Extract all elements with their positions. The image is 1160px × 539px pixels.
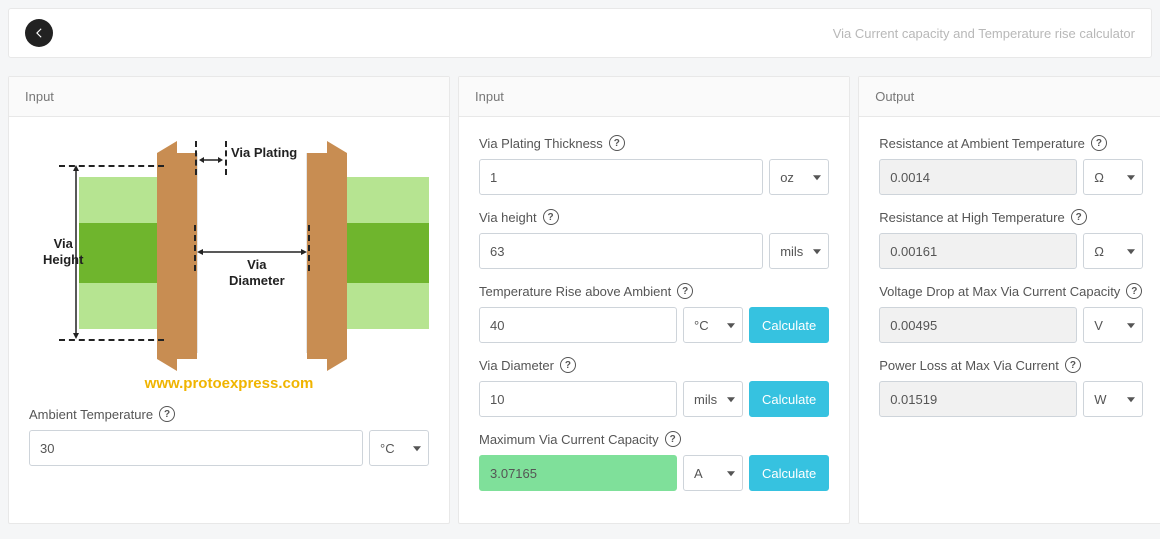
calculate-button-rise[interactable]: Calculate <box>749 307 829 343</box>
brand-url: www.protoexpress.com <box>29 375 429 392</box>
temp-rise-input[interactable] <box>479 307 677 343</box>
panel-input-left: Input Via Plating ViaHeight <box>8 76 450 524</box>
temp-rise-unit[interactable]: °C <box>683 307 743 343</box>
power-loss-output <box>879 381 1077 417</box>
panel-input-mid: Input Via Plating Thickness ? oz Via hei… <box>458 76 850 524</box>
ambient-temp-input[interactable] <box>29 430 363 466</box>
help-icon[interactable]: ? <box>1065 357 1081 373</box>
resistance-high-output <box>879 233 1077 269</box>
help-icon[interactable]: ? <box>665 431 681 447</box>
page-title: Via Current capacity and Temperature ris… <box>833 26 1135 41</box>
via-diameter-input[interactable] <box>479 381 677 417</box>
diagram-plating-label: Via Plating <box>231 145 297 160</box>
panel-head-left: Input <box>9 77 449 117</box>
help-icon[interactable]: ? <box>159 406 175 422</box>
calculate-button-max[interactable]: Calculate <box>749 455 829 491</box>
plating-thickness-unit[interactable]: oz <box>769 159 829 195</box>
via-height-unit[interactable]: mils <box>769 233 829 269</box>
via-diameter-unit[interactable]: mils <box>683 381 743 417</box>
help-icon[interactable]: ? <box>609 135 625 151</box>
ambient-temp-label: Ambient Temperature <box>29 407 153 422</box>
header: Via Current capacity and Temperature ris… <box>8 8 1152 58</box>
arrow-left-icon <box>32 26 46 40</box>
temp-rise-label: Temperature Rise above Ambient <box>479 284 671 299</box>
diagram-height-label: ViaHeight <box>43 236 83 267</box>
help-icon[interactable]: ? <box>1126 283 1142 299</box>
power-loss-label: Power Loss at Max Via Current <box>879 358 1059 373</box>
resistance-ambient-unit[interactable]: Ω <box>1083 159 1143 195</box>
resistance-high-label: Resistance at High Temperature <box>879 210 1064 225</box>
power-loss-unit[interactable]: W <box>1083 381 1143 417</box>
back-button[interactable] <box>25 19 53 47</box>
resistance-ambient-label: Resistance at Ambient Temperature <box>879 136 1085 151</box>
via-diagram: Via Plating ViaHeight ViaDiameter www.pr… <box>29 141 429 392</box>
panel-head-right: Output <box>859 77 1160 117</box>
calculate-button-diameter[interactable]: Calculate <box>749 381 829 417</box>
voltage-drop-label: Voltage Drop at Max Via Current Capacity <box>879 284 1120 299</box>
help-icon[interactable]: ? <box>1071 209 1087 225</box>
max-current-input[interactable] <box>479 455 677 491</box>
voltage-drop-unit[interactable]: V <box>1083 307 1143 343</box>
diagram-diameter-label: ViaDiameter <box>229 257 285 288</box>
plating-thickness-input[interactable] <box>479 159 763 195</box>
help-icon[interactable]: ? <box>560 357 576 373</box>
via-height-input[interactable] <box>479 233 763 269</box>
via-diameter-label: Via Diameter <box>479 358 554 373</box>
voltage-drop-output <box>879 307 1077 343</box>
help-icon[interactable]: ? <box>677 283 693 299</box>
plating-thickness-label: Via Plating Thickness <box>479 136 603 151</box>
resistance-ambient-output <box>879 159 1077 195</box>
max-current-unit[interactable]: A <box>683 455 743 491</box>
help-icon[interactable]: ? <box>1091 135 1107 151</box>
resistance-high-unit[interactable]: Ω <box>1083 233 1143 269</box>
panel-head-mid: Input <box>459 77 849 117</box>
max-current-label: Maximum Via Current Capacity <box>479 432 659 447</box>
via-height-label: Via height <box>479 210 537 225</box>
help-icon[interactable]: ? <box>543 209 559 225</box>
ambient-temp-unit[interactable]: °C <box>369 430 429 466</box>
panel-output: Output Resistance at Ambient Temperature… <box>858 76 1160 524</box>
